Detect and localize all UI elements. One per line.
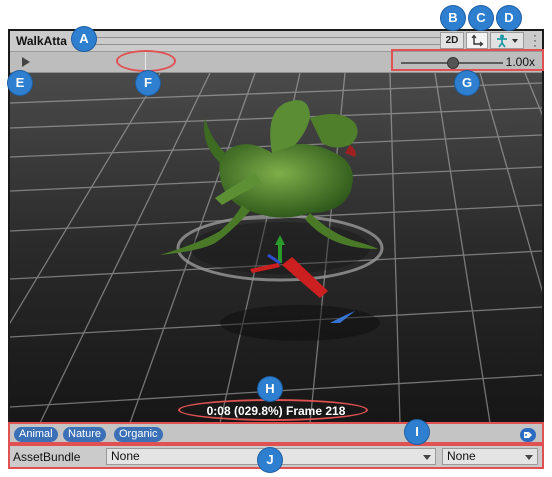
callout-badge: H (258, 377, 282, 401)
preview-viewport[interactable]: 0:08 (029.8%) Frame 218 (10, 73, 542, 423)
pivot-toggle-button[interactable] (466, 32, 488, 49)
callout-badge: J (258, 448, 282, 472)
more-options-icon[interactable]: · · · (532, 31, 538, 51)
scene-render (10, 73, 542, 423)
callout-badge: G (455, 71, 479, 95)
preview-title: WalkAtta (16, 34, 67, 48)
humanoid-avatar-icon (497, 34, 507, 48)
scrubber-highlight (116, 50, 176, 72)
pivot-icon (471, 34, 484, 47)
timecode-highlight (178, 399, 368, 421)
speed-control-highlight (391, 49, 544, 71)
play-icon (22, 57, 30, 67)
callout-badge: B (441, 6, 465, 30)
callout-badge: C (469, 6, 493, 30)
callout-badge: A (72, 27, 96, 51)
title-drag-rule[interactable] (82, 37, 450, 45)
callout-badge: I (405, 420, 429, 444)
play-button[interactable] (13, 53, 39, 71)
callout-badge: D (497, 6, 521, 30)
chevron-down-icon (512, 39, 518, 43)
callout-badge: E (8, 71, 32, 95)
toggle-2d-button[interactable]: 2D (440, 32, 464, 49)
avatar-menu-button[interactable] (490, 32, 524, 49)
callout-badge: F (136, 71, 160, 95)
labels-highlight (8, 422, 544, 444)
